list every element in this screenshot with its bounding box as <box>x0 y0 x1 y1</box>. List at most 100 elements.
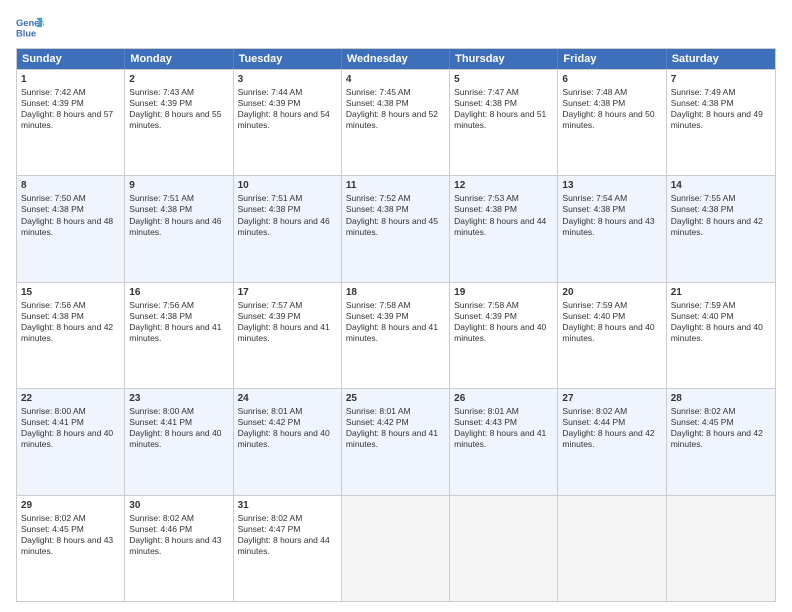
logo-icon: General Blue <box>16 14 44 42</box>
sunrise-text: Sunrise: 8:00 AM <box>21 406 86 416</box>
weekday-header: Saturday <box>667 49 775 69</box>
day-number: 28 <box>671 392 771 405</box>
sunset-text: Sunset: 4:38 PM <box>129 311 192 321</box>
sunset-text: Sunset: 4:38 PM <box>346 204 409 214</box>
day-number: 3 <box>238 73 337 86</box>
weekday-header: Sunday <box>17 49 125 69</box>
table-row: 10Sunrise: 7:51 AMSunset: 4:38 PMDayligh… <box>234 176 342 281</box>
sunrise-text: Sunrise: 8:02 AM <box>671 406 736 416</box>
daylight-text: Daylight: 8 hours and 40 minutes. <box>671 322 763 343</box>
day-number: 23 <box>129 392 228 405</box>
daylight-text: Daylight: 8 hours and 42 minutes. <box>671 428 763 449</box>
calendar-row: 29Sunrise: 8:02 AMSunset: 4:45 PMDayligh… <box>17 495 775 601</box>
sunset-text: Sunset: 4:38 PM <box>454 98 517 108</box>
day-number: 29 <box>21 499 120 512</box>
table-row: 13Sunrise: 7:54 AMSunset: 4:38 PMDayligh… <box>558 176 666 281</box>
calendar-header: SundayMondayTuesdayWednesdayThursdayFrid… <box>17 49 775 69</box>
sunset-text: Sunset: 4:44 PM <box>562 417 625 427</box>
sunrise-text: Sunrise: 7:58 AM <box>346 300 411 310</box>
sunset-text: Sunset: 4:38 PM <box>671 204 734 214</box>
day-number: 9 <box>129 179 228 192</box>
table-row <box>450 496 558 601</box>
table-row: 24Sunrise: 8:01 AMSunset: 4:42 PMDayligh… <box>234 389 342 494</box>
day-number: 13 <box>562 179 661 192</box>
table-row <box>558 496 666 601</box>
daylight-text: Daylight: 8 hours and 49 minutes. <box>671 109 763 130</box>
sunrise-text: Sunrise: 7:47 AM <box>454 87 519 97</box>
sunrise-text: Sunrise: 8:02 AM <box>129 513 194 523</box>
sunset-text: Sunset: 4:38 PM <box>129 204 192 214</box>
day-number: 24 <box>238 392 337 405</box>
table-row: 11Sunrise: 7:52 AMSunset: 4:38 PMDayligh… <box>342 176 450 281</box>
calendar: SundayMondayTuesdayWednesdayThursdayFrid… <box>16 48 776 602</box>
table-row: 28Sunrise: 8:02 AMSunset: 4:45 PMDayligh… <box>667 389 775 494</box>
sunset-text: Sunset: 4:39 PM <box>454 311 517 321</box>
sunset-text: Sunset: 4:38 PM <box>21 204 84 214</box>
table-row: 23Sunrise: 8:00 AMSunset: 4:41 PMDayligh… <box>125 389 233 494</box>
weekday-header: Monday <box>125 49 233 69</box>
sunrise-text: Sunrise: 7:58 AM <box>454 300 519 310</box>
table-row: 20Sunrise: 7:59 AMSunset: 4:40 PMDayligh… <box>558 283 666 388</box>
svg-text:Blue: Blue <box>16 28 36 38</box>
sunset-text: Sunset: 4:39 PM <box>129 98 192 108</box>
sunrise-text: Sunrise: 8:01 AM <box>346 406 411 416</box>
daylight-text: Daylight: 8 hours and 42 minutes. <box>21 322 113 343</box>
sunset-text: Sunset: 4:40 PM <box>671 311 734 321</box>
table-row: 7Sunrise: 7:49 AMSunset: 4:38 PMDaylight… <box>667 70 775 175</box>
weekday-header: Friday <box>558 49 666 69</box>
day-number: 1 <box>21 73 120 86</box>
day-number: 7 <box>671 73 771 86</box>
sunrise-text: Sunrise: 8:00 AM <box>129 406 194 416</box>
table-row: 9Sunrise: 7:51 AMSunset: 4:38 PMDaylight… <box>125 176 233 281</box>
sunset-text: Sunset: 4:38 PM <box>454 204 517 214</box>
day-number: 22 <box>21 392 120 405</box>
sunset-text: Sunset: 4:41 PM <box>21 417 84 427</box>
calendar-row: 22Sunrise: 8:00 AMSunset: 4:41 PMDayligh… <box>17 388 775 494</box>
table-row: 1Sunrise: 7:42 AMSunset: 4:39 PMDaylight… <box>17 70 125 175</box>
sunset-text: Sunset: 4:45 PM <box>21 524 84 534</box>
day-number: 8 <box>21 179 120 192</box>
day-number: 15 <box>21 286 120 299</box>
table-row: 29Sunrise: 8:02 AMSunset: 4:45 PMDayligh… <box>17 496 125 601</box>
sunrise-text: Sunrise: 7:59 AM <box>671 300 736 310</box>
table-row: 17Sunrise: 7:57 AMSunset: 4:39 PMDayligh… <box>234 283 342 388</box>
sunrise-text: Sunrise: 8:02 AM <box>238 513 303 523</box>
daylight-text: Daylight: 8 hours and 40 minutes. <box>129 428 221 449</box>
day-number: 19 <box>454 286 553 299</box>
daylight-text: Daylight: 8 hours and 45 minutes. <box>346 216 438 237</box>
table-row: 12Sunrise: 7:53 AMSunset: 4:38 PMDayligh… <box>450 176 558 281</box>
table-row: 30Sunrise: 8:02 AMSunset: 4:46 PMDayligh… <box>125 496 233 601</box>
day-number: 31 <box>238 499 337 512</box>
sunrise-text: Sunrise: 7:57 AM <box>238 300 303 310</box>
weekday-header: Wednesday <box>342 49 450 69</box>
sunset-text: Sunset: 4:43 PM <box>454 417 517 427</box>
table-row: 3Sunrise: 7:44 AMSunset: 4:39 PMDaylight… <box>234 70 342 175</box>
daylight-text: Daylight: 8 hours and 41 minutes. <box>346 322 438 343</box>
sunrise-text: Sunrise: 7:52 AM <box>346 193 411 203</box>
table-row: 27Sunrise: 8:02 AMSunset: 4:44 PMDayligh… <box>558 389 666 494</box>
table-row <box>667 496 775 601</box>
daylight-text: Daylight: 8 hours and 52 minutes. <box>346 109 438 130</box>
day-number: 16 <box>129 286 228 299</box>
table-row: 2Sunrise: 7:43 AMSunset: 4:39 PMDaylight… <box>125 70 233 175</box>
table-row: 26Sunrise: 8:01 AMSunset: 4:43 PMDayligh… <box>450 389 558 494</box>
table-row: 8Sunrise: 7:50 AMSunset: 4:38 PMDaylight… <box>17 176 125 281</box>
day-number: 14 <box>671 179 771 192</box>
daylight-text: Daylight: 8 hours and 51 minutes. <box>454 109 546 130</box>
sunrise-text: Sunrise: 7:44 AM <box>238 87 303 97</box>
daylight-text: Daylight: 8 hours and 41 minutes. <box>129 322 221 343</box>
sunrise-text: Sunrise: 8:02 AM <box>562 406 627 416</box>
daylight-text: Daylight: 8 hours and 46 minutes. <box>129 216 221 237</box>
table-row: 16Sunrise: 7:56 AMSunset: 4:38 PMDayligh… <box>125 283 233 388</box>
calendar-row: 1Sunrise: 7:42 AMSunset: 4:39 PMDaylight… <box>17 69 775 175</box>
sunset-text: Sunset: 4:46 PM <box>129 524 192 534</box>
daylight-text: Daylight: 8 hours and 44 minutes. <box>454 216 546 237</box>
logo: General Blue <box>16 14 48 42</box>
table-row: 31Sunrise: 8:02 AMSunset: 4:47 PMDayligh… <box>234 496 342 601</box>
weekday-header: Thursday <box>450 49 558 69</box>
day-number: 10 <box>238 179 337 192</box>
daylight-text: Daylight: 8 hours and 48 minutes. <box>21 216 113 237</box>
daylight-text: Daylight: 8 hours and 41 minutes. <box>238 322 330 343</box>
daylight-text: Daylight: 8 hours and 42 minutes. <box>562 428 654 449</box>
sunset-text: Sunset: 4:39 PM <box>238 98 301 108</box>
